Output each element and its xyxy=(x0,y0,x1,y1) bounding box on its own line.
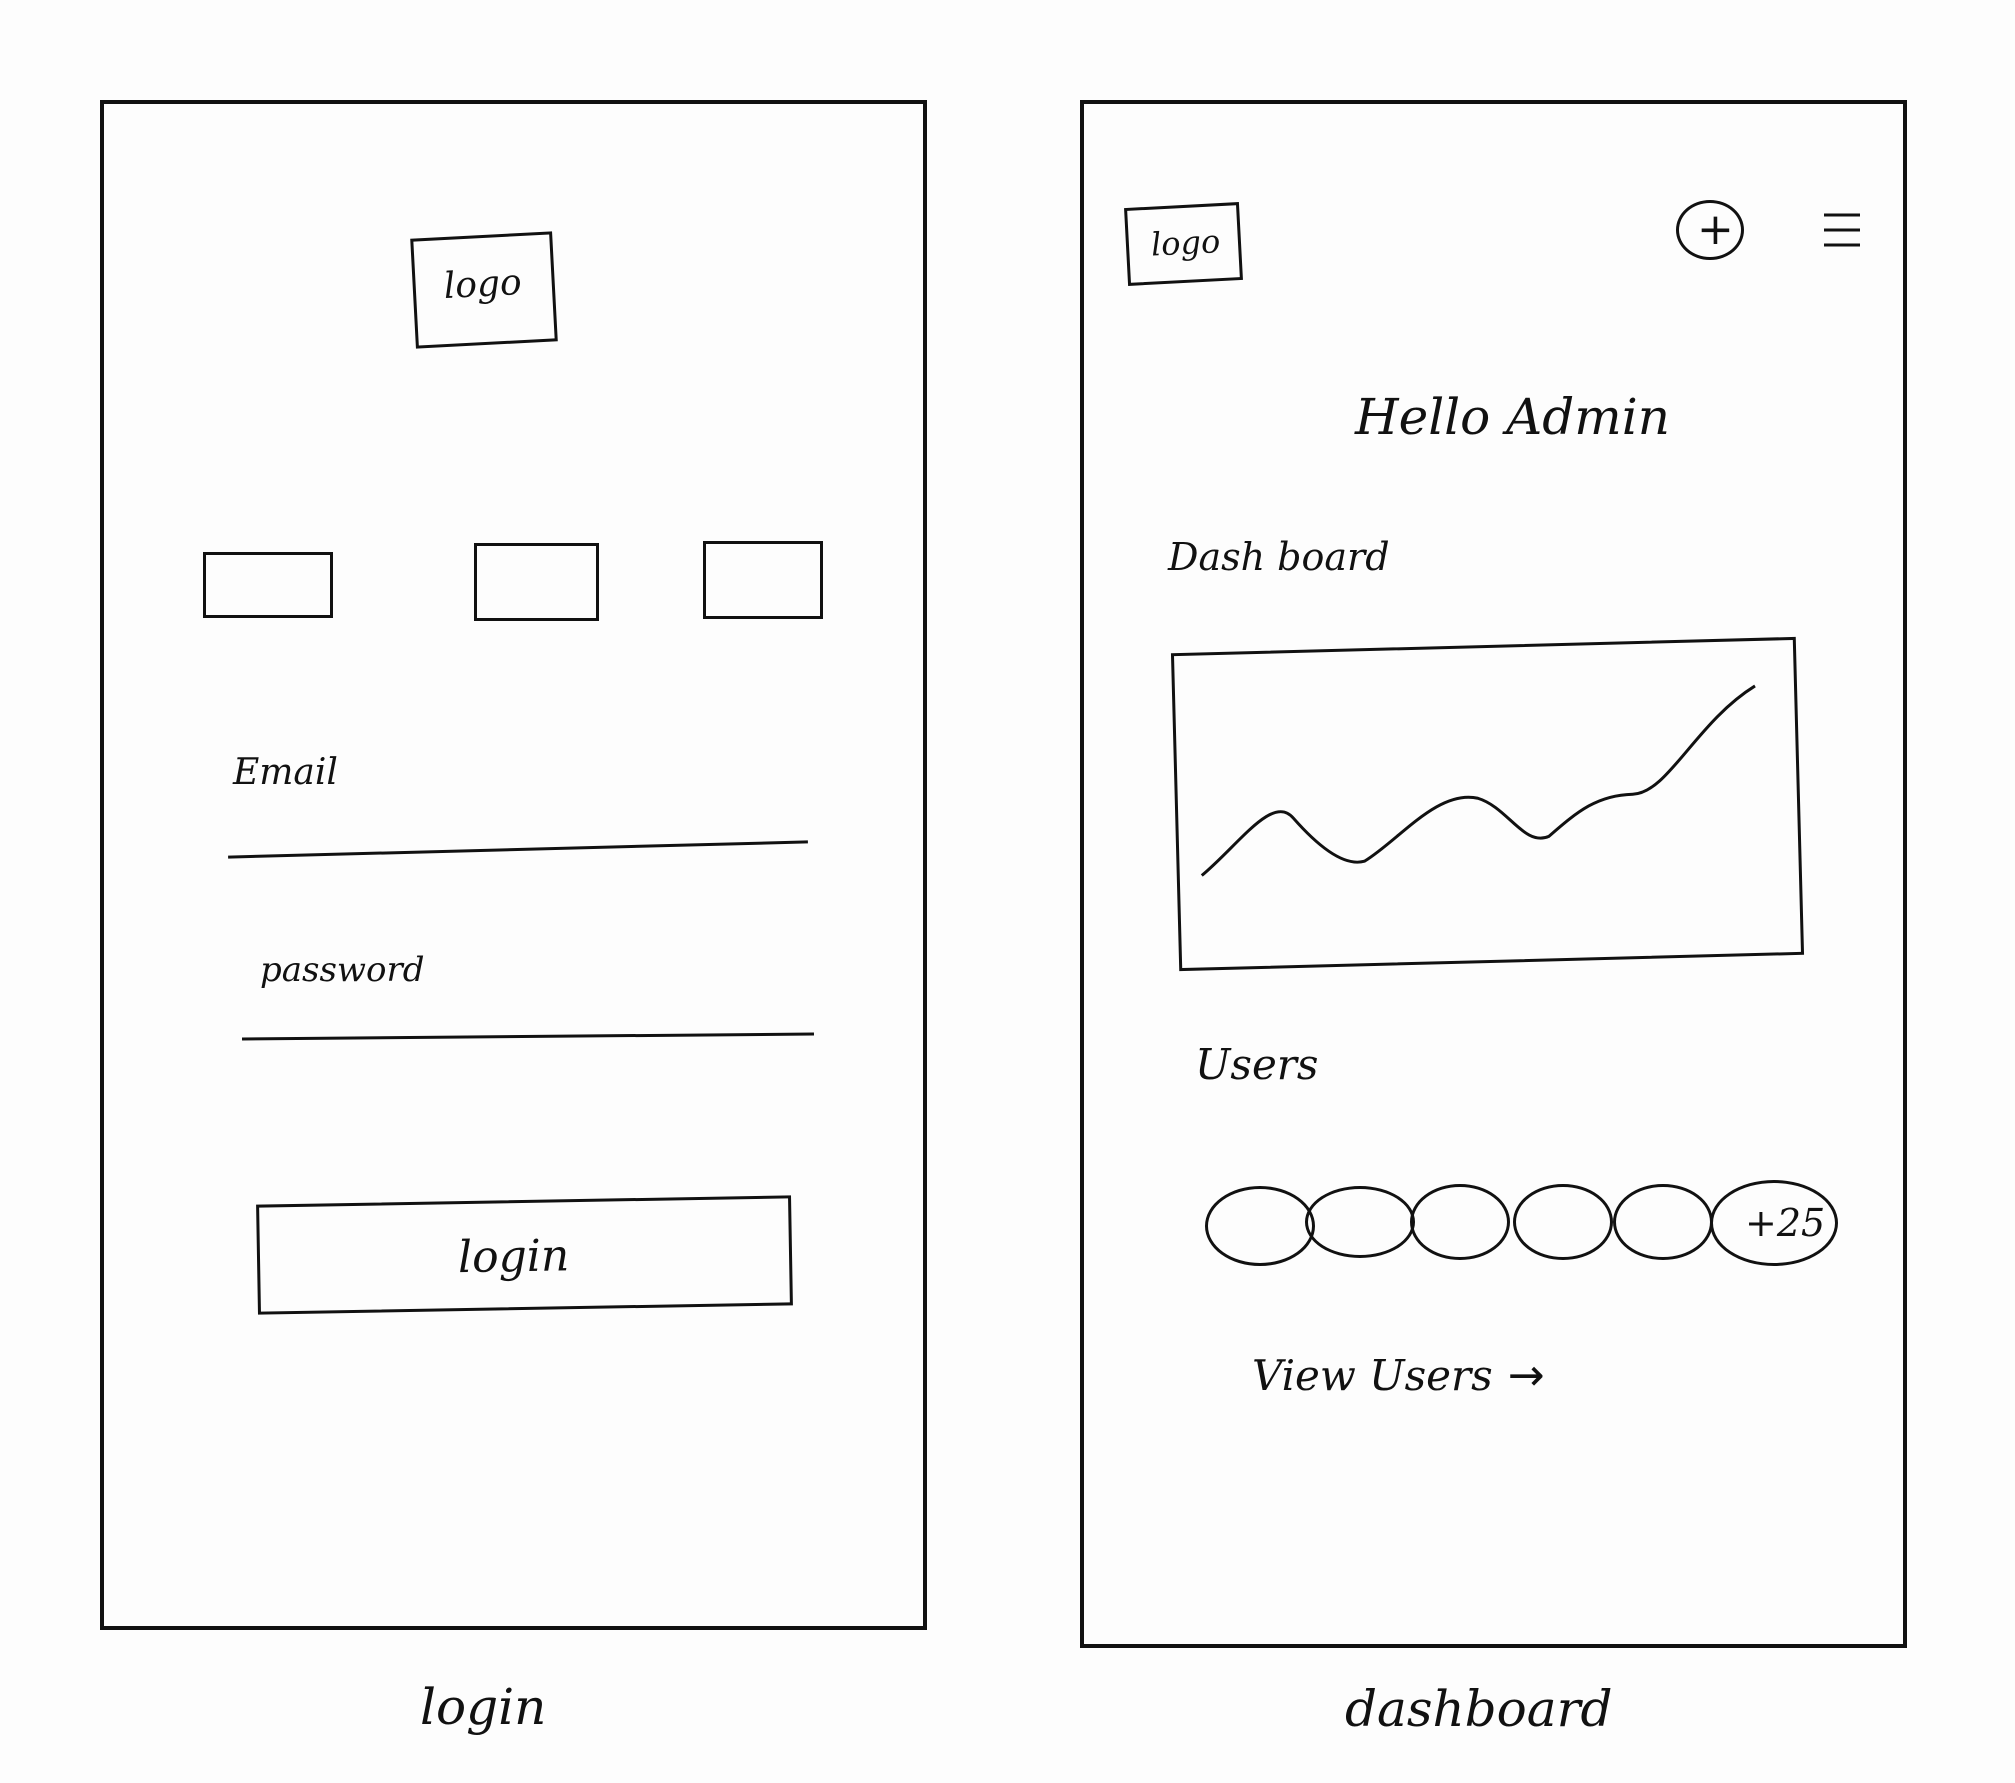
dashboard-logo-text: logo xyxy=(1149,222,1222,264)
user-avatar[interactable] xyxy=(1513,1184,1613,1260)
login-logo-text: logo xyxy=(442,262,523,308)
login-screen-caption: login xyxy=(420,1678,547,1736)
hamburger-menu-icon xyxy=(1824,213,1860,247)
email-label: Email xyxy=(233,752,338,793)
password-label: password xyxy=(260,950,425,990)
dashboard-chart xyxy=(1170,636,1805,972)
users-section-title: Users xyxy=(1195,1040,1319,1089)
user-avatar-row: +25 xyxy=(1205,1180,1845,1270)
user-avatar[interactable] xyxy=(1410,1184,1510,1260)
login-button[interactable]: login xyxy=(256,1195,793,1315)
more-users-badge[interactable]: +25 xyxy=(1710,1180,1838,1266)
add-button[interactable]: + xyxy=(1676,200,1744,260)
social-login-button-2[interactable] xyxy=(474,543,599,621)
dashboard-logo: logo xyxy=(1124,202,1243,286)
more-users-count: +25 xyxy=(1745,1201,1826,1245)
view-users-link-label: View Users xyxy=(1252,1351,1493,1400)
dashboard-screen-caption: dashboard xyxy=(1345,1680,1613,1738)
dashboard-section-title: Dash board xyxy=(1168,535,1390,579)
plus-icon: + xyxy=(1697,204,1734,255)
user-avatar[interactable] xyxy=(1305,1186,1415,1258)
hamburger-menu-button[interactable] xyxy=(1822,210,1862,250)
social-login-button-1[interactable] xyxy=(203,552,333,618)
arrow-right-icon: → xyxy=(1507,1350,1545,1401)
chart-trend-line xyxy=(1200,684,1756,877)
view-users-link[interactable]: View Users → xyxy=(1252,1350,1545,1410)
login-logo: logo xyxy=(410,231,558,349)
user-avatar[interactable] xyxy=(1613,1184,1713,1260)
social-login-button-3[interactable] xyxy=(703,541,823,619)
user-avatar[interactable] xyxy=(1205,1186,1315,1266)
login-button-label: login xyxy=(457,1230,570,1284)
greeting-heading: Hello Admin xyxy=(1355,388,1670,446)
